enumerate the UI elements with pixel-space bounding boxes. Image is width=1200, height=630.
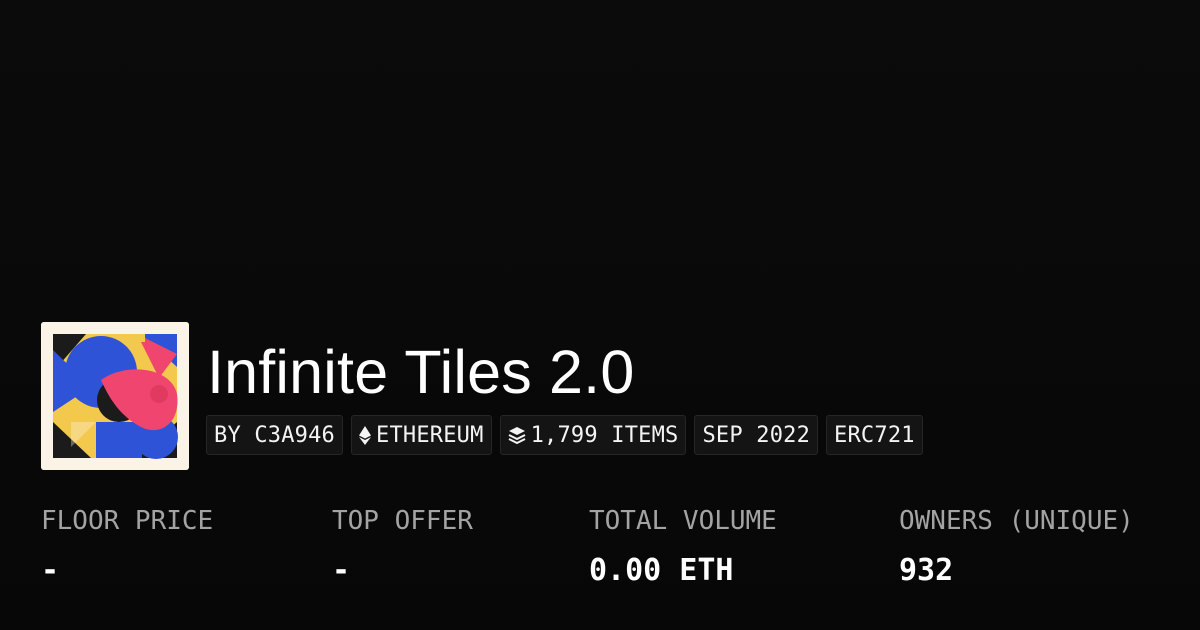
floor-price-label: FLOOR PRICE bbox=[41, 506, 214, 536]
top-offer-value: - bbox=[332, 553, 351, 588]
owners-stat: OWNERS (UNIQUE) 932 bbox=[899, 503, 1134, 589]
collection-thumbnail bbox=[41, 322, 189, 470]
owners-value: 932 bbox=[899, 553, 954, 588]
total-volume-label: TOTAL VOLUME bbox=[589, 506, 777, 536]
owners-label: OWNERS (UNIQUE) bbox=[899, 506, 1134, 536]
floor-price-stat: FLOOR PRICE - bbox=[41, 503, 213, 589]
collection-tags: BY C3A946 ETHEREUM 1,799 ITEMS SEP 2022 … bbox=[206, 415, 923, 455]
standard-tag: ERC721 bbox=[826, 415, 923, 455]
chain-tag[interactable]: ETHEREUM bbox=[351, 415, 492, 455]
date-label: SEP 2022 bbox=[702, 422, 811, 448]
top-offer-stat: TOP OFFER - bbox=[332, 503, 473, 589]
layers-icon bbox=[508, 426, 526, 444]
collection-title: Infinite Tiles 2.0 bbox=[207, 338, 635, 406]
ethereum-icon bbox=[359, 425, 372, 445]
top-offer-label: TOP OFFER bbox=[332, 506, 473, 536]
tile-artwork bbox=[41, 322, 189, 470]
standard-label: ERC721 bbox=[834, 422, 915, 448]
items-count-label: 1,799 ITEMS bbox=[530, 422, 679, 448]
creator-label: BY C3A946 bbox=[214, 422, 336, 448]
chain-label: ETHEREUM bbox=[376, 422, 484, 448]
items-tag[interactable]: 1,799 ITEMS bbox=[499, 415, 687, 455]
date-tag: SEP 2022 bbox=[694, 415, 819, 455]
total-volume-stat: TOTAL VOLUME 0.00 ETH bbox=[589, 503, 777, 589]
creator-tag[interactable]: BY C3A946 bbox=[206, 415, 344, 455]
floor-price-value: - bbox=[41, 553, 60, 588]
total-volume-value: 0.00 ETH bbox=[589, 553, 734, 588]
